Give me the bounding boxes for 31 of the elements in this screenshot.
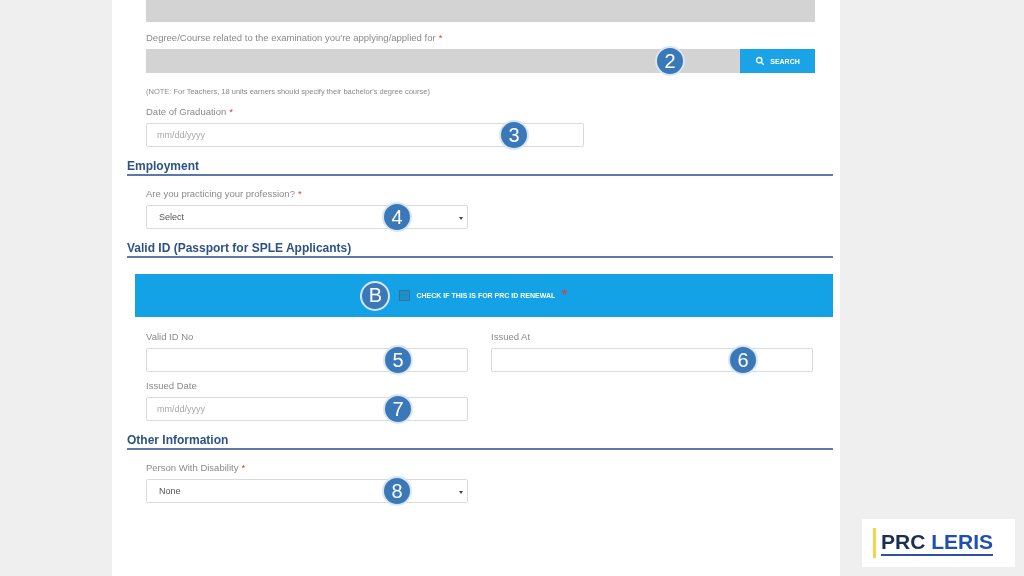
field-label: Are you practicing your profession?	[146, 188, 295, 199]
step-badge: 2	[655, 46, 685, 76]
field-label: Valid ID No	[146, 331, 194, 342]
step-badge: 5	[383, 345, 413, 375]
step-badge: 7	[383, 394, 413, 424]
dropdown[interactable]: None 8	[146, 479, 468, 503]
step-badge: 8	[382, 476, 412, 506]
logo: PRC LERIS	[862, 519, 1015, 567]
checkbox[interactable]	[399, 290, 411, 301]
field-label: Degree/Course related to the examination you're applying/applied for	[146, 32, 436, 43]
required-asterisk: *	[438, 32, 443, 43]
section-heading: Employment	[127, 159, 833, 176]
step-badge: 3	[499, 120, 529, 150]
course-field[interactable]: 2	[146, 49, 740, 73]
input-field[interactable]	[491, 348, 813, 372]
field-label: Issued At	[491, 331, 531, 342]
field-label: Date of Graduation	[146, 106, 227, 117]
required-asterisk: *	[229, 106, 233, 117]
step-badge: B	[360, 280, 391, 311]
field-label: Person With Disability	[146, 462, 239, 473]
required-asterisk: *	[561, 286, 568, 305]
step-badge: 4	[382, 202, 412, 232]
step-badge: 6	[728, 345, 758, 375]
required-asterisk: *	[297, 188, 302, 199]
required-asterisk: *	[241, 462, 246, 473]
search-icon	[755, 56, 766, 66]
dropdown[interactable]: Select 4	[146, 205, 468, 229]
input-field[interactable]	[146, 348, 468, 372]
field-label: Issued Date	[146, 380, 197, 391]
section-heading: Valid ID (Passport for SPLE Applicants)	[127, 241, 833, 258]
section-heading: Other Information	[127, 433, 833, 450]
